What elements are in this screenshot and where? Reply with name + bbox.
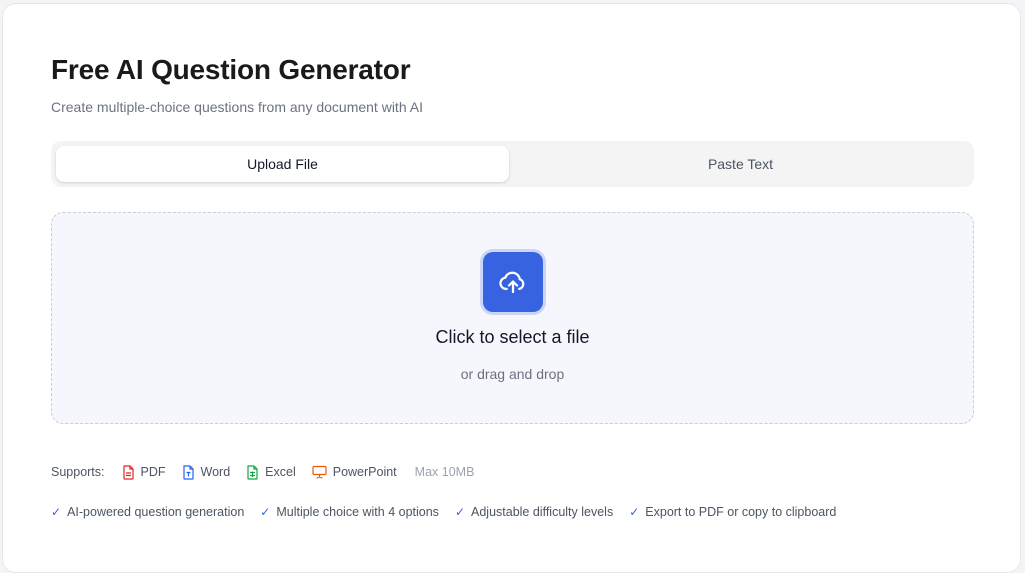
feature-label: Adjustable difficulty levels — [471, 505, 614, 519]
pdf-file-icon — [122, 464, 134, 480]
format-pdf-label: PDF — [140, 465, 166, 479]
page-subtitle: Create multiple-choice questions from an… — [51, 99, 423, 115]
feature-item: ✓ Multiple choice with 4 options — [260, 505, 439, 519]
dropzone-title: Click to select a file — [435, 327, 590, 347]
feature-item: ✓ Export to PDF or copy to clipboard — [629, 505, 836, 519]
format-excel-label: Excel — [265, 465, 296, 479]
upload-button[interactable] — [483, 252, 543, 312]
check-icon: ✓ — [51, 505, 62, 519]
input-mode-tabs: Upload File Paste Text — [51, 141, 974, 187]
powerpoint-icon — [312, 465, 327, 479]
file-dropzone[interactable]: Click to select a file or drag and drop — [51, 212, 974, 424]
check-icon: ✓ — [260, 505, 271, 519]
tab-paste-text[interactable]: Paste Text — [514, 146, 967, 182]
max-size-note: Max 10MB — [414, 465, 475, 479]
check-icon: ✓ — [454, 505, 465, 519]
format-word: Word — [182, 464, 231, 480]
excel-file-icon — [247, 464, 258, 480]
check-icon: ✓ — [629, 505, 640, 519]
generator-card: Free AI Question Generator Create multip… — [2, 3, 1021, 573]
word-file-icon — [182, 464, 194, 480]
format-excel: Excel — [246, 464, 296, 480]
feature-item: ✓ AI-powered question generation — [51, 505, 244, 519]
supports-label: Supports: — [51, 465, 105, 479]
feature-label: Export to PDF or copy to clipboard — [645, 505, 837, 519]
feature-label: Multiple choice with 4 options — [276, 505, 439, 519]
format-powerpoint: PowerPoint — [312, 465, 397, 479]
feature-label: AI-powered question generation — [67, 505, 245, 519]
feature-list: ✓ AI-powered question generation ✓ Multi… — [51, 502, 852, 522]
feature-item: ✓ Adjustable difficulty levels — [455, 505, 613, 519]
page-title: Free AI Question Generator — [51, 54, 411, 85]
format-word-label: Word — [200, 465, 231, 479]
tab-upload-file[interactable]: Upload File — [56, 146, 509, 182]
dropzone-subtitle: or drag and drop — [460, 366, 565, 382]
supported-formats: Supports: PDF Word Excel PowerPoint Max … — [51, 462, 474, 482]
format-pdf: PDF — [122, 464, 166, 480]
format-powerpoint-label: PowerPoint — [332, 465, 397, 479]
cloud-upload-icon — [499, 271, 525, 294]
